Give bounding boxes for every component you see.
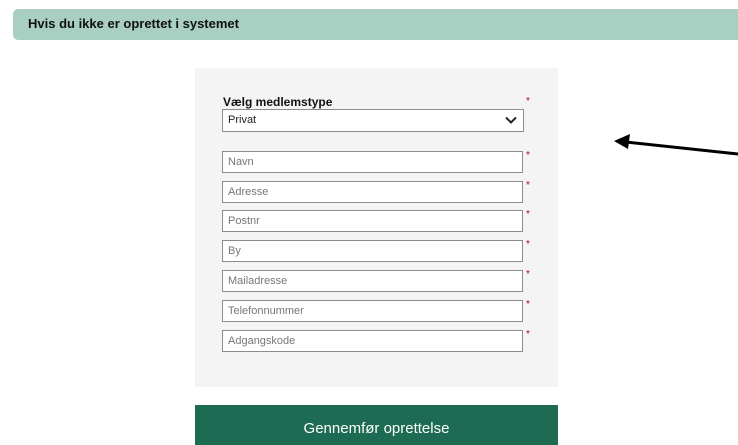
required-marker: * bbox=[526, 96, 530, 107]
name-placeholder: Navn bbox=[228, 156, 254, 168]
create-account-button[interactable]: Gennemfør oprettelse bbox=[195, 405, 558, 445]
member-type-label: Vælg medlemstype bbox=[223, 95, 333, 109]
city-field[interactable]: By bbox=[222, 240, 523, 262]
required-marker: * bbox=[526, 329, 530, 340]
email-placeholder: Mailadresse bbox=[228, 275, 288, 287]
address-placeholder: Adresse bbox=[228, 186, 269, 198]
city-placeholder: By bbox=[228, 245, 241, 257]
name-field[interactable]: Navn bbox=[222, 151, 523, 173]
address-field[interactable]: Adresse bbox=[222, 181, 523, 203]
postal-code-field[interactable]: Postnr bbox=[222, 210, 523, 232]
create-account-label: Gennemfør oprettelse bbox=[303, 420, 450, 437]
email-field[interactable]: Mailadresse bbox=[222, 270, 523, 292]
member-type-value: Privat bbox=[228, 114, 257, 126]
chevron-down-icon bbox=[505, 116, 517, 124]
member-type-select[interactable]: Privat bbox=[222, 109, 524, 132]
phone-placeholder: Telefonnummer bbox=[228, 305, 304, 317]
required-marker: * bbox=[526, 209, 530, 220]
signup-page: Hvis du ikke er oprettet i systemet Vælg… bbox=[0, 0, 738, 445]
required-marker: * bbox=[526, 239, 530, 250]
phone-field[interactable]: Telefonnummer bbox=[222, 300, 523, 322]
signup-form: Vælg medlemstype * Privat Navn * Adresse… bbox=[195, 68, 558, 387]
section-title: Hvis du ikke er oprettet i systemet bbox=[28, 16, 239, 31]
arrow-left-icon bbox=[614, 134, 738, 156]
password-placeholder: Adgangskode bbox=[228, 335, 296, 347]
section-header: Hvis du ikke er oprettet i systemet bbox=[13, 9, 738, 40]
password-field[interactable]: Adgangskode bbox=[222, 330, 523, 352]
required-marker: * bbox=[526, 180, 530, 191]
required-marker: * bbox=[526, 299, 530, 310]
required-marker: * bbox=[526, 150, 530, 161]
postal-code-placeholder: Postnr bbox=[228, 215, 260, 227]
required-marker: * bbox=[526, 269, 530, 280]
